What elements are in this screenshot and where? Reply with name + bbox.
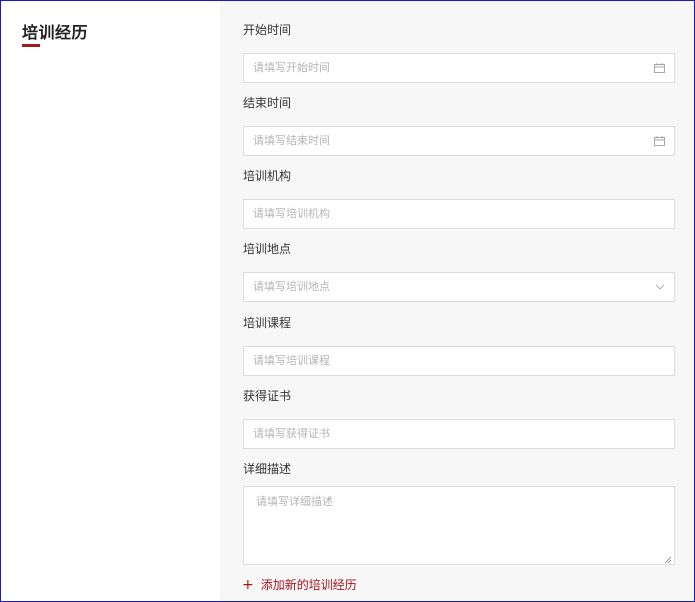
start-time-input[interactable]: 请填写开始时间 [243, 53, 675, 83]
description-field: 详细描述 请填写详细描述 [243, 461, 675, 565]
training-institution-input[interactable]: 请填写培训机构 [243, 199, 675, 229]
form-panel: 开始时间 请填写开始时间 结束时间 请填写结束时间 培训机构 请填写培训机构 培… [220, 1, 694, 601]
certificate-input[interactable]: 请填写获得证书 [243, 419, 675, 449]
training-course-field: 培训课程 请填写培训课程 [243, 315, 675, 376]
plus-icon: + [242, 576, 254, 593]
training-course-label: 培训课程 [243, 316, 292, 330]
start-time-label: 开始时间 [243, 23, 292, 37]
section-title-underline [22, 44, 40, 47]
end-time-field: 结束时间 请填写结束时间 [243, 95, 675, 156]
training-course-placeholder: 请填写培训课程 [253, 354, 330, 367]
training-location-label: 培训地点 [243, 242, 292, 256]
description-placeholder: 请填写详细描述 [256, 495, 333, 508]
certificate-placeholder: 请填写获得证书 [253, 427, 330, 440]
chevron-down-icon[interactable] [655, 273, 665, 301]
calendar-icon[interactable] [654, 54, 665, 82]
start-time-placeholder: 请填写开始时间 [253, 61, 330, 74]
training-institution-placeholder: 请填写培训机构 [253, 207, 330, 220]
form-window: 培训经历 开始时间 请填写开始时间 结束时间 请填写结束时间 培训机构 请填写培… [0, 0, 695, 602]
add-training-label: 添加新的培训经历 [260, 578, 357, 592]
resize-handle-icon[interactable] [664, 554, 672, 564]
description-textarea[interactable]: 请填写详细描述 [243, 486, 675, 565]
certificate-label: 获得证书 [243, 389, 292, 403]
end-time-input[interactable]: 请填写结束时间 [243, 126, 675, 156]
section-sidebar: 培训经历 [1, 1, 220, 601]
training-institution-label: 培训机构 [243, 169, 292, 183]
add-training-button[interactable]: + 添加新的培训经历 [242, 576, 357, 593]
certificate-field: 获得证书 请填写获得证书 [243, 388, 675, 449]
training-location-select[interactable]: 请填写培训地点 [243, 272, 675, 302]
training-location-placeholder: 请填写培训地点 [253, 280, 330, 293]
end-time-label: 结束时间 [243, 96, 292, 110]
calendar-icon[interactable] [654, 127, 665, 155]
start-time-field: 开始时间 请填写开始时间 [243, 22, 675, 83]
training-location-field: 培训地点 请填写培训地点 [243, 241, 675, 302]
training-institution-field: 培训机构 请填写培训机构 [243, 168, 675, 229]
training-course-input[interactable]: 请填写培训课程 [243, 346, 675, 376]
section-title: 培训经历 [22, 23, 89, 42]
end-time-placeholder: 请填写结束时间 [253, 134, 330, 147]
description-label: 详细描述 [243, 462, 292, 476]
